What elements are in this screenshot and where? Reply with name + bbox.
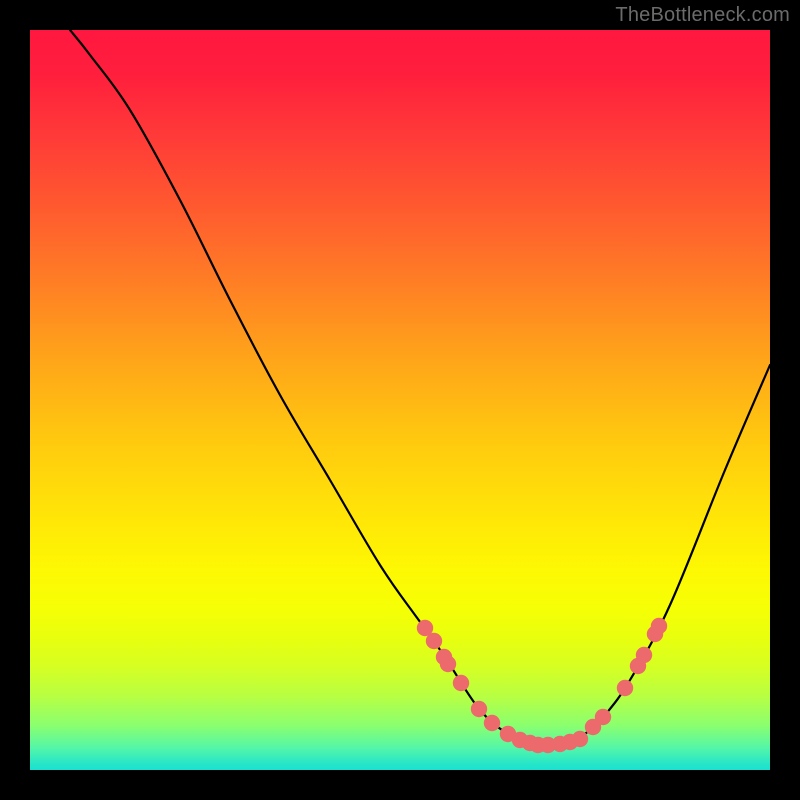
curve-marker bbox=[617, 680, 633, 696]
curve-marker bbox=[484, 715, 500, 731]
curve-marker bbox=[426, 633, 442, 649]
curve-markers bbox=[417, 618, 667, 753]
curve-marker bbox=[595, 709, 611, 725]
curve-marker bbox=[651, 618, 667, 634]
curve-marker bbox=[471, 701, 487, 717]
chart-frame: TheBottleneck.com bbox=[0, 0, 800, 800]
curve-marker bbox=[440, 656, 456, 672]
plot-area bbox=[30, 30, 770, 770]
bottleneck-curve bbox=[70, 30, 770, 745]
curve-marker bbox=[636, 647, 652, 663]
curve-marker bbox=[453, 675, 469, 691]
watermark-text: TheBottleneck.com bbox=[615, 4, 790, 27]
curve-marker bbox=[572, 731, 588, 747]
curve-svg bbox=[30, 30, 770, 770]
